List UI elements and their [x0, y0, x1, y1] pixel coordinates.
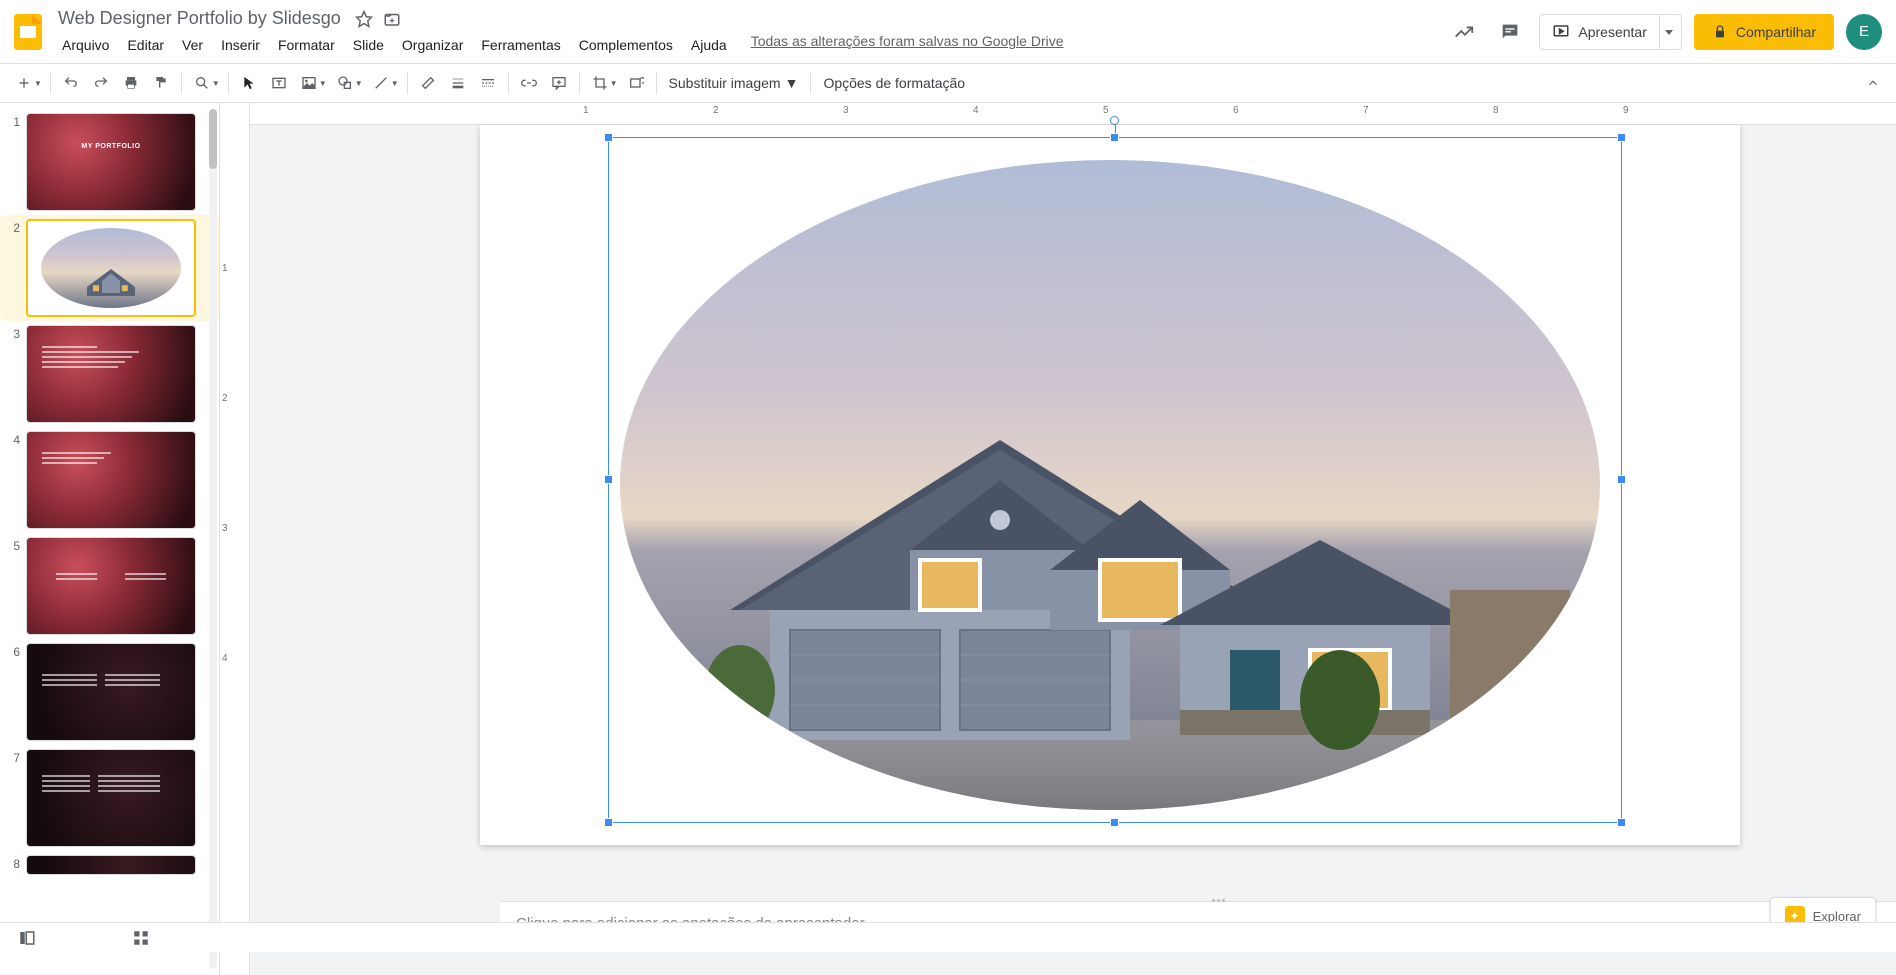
menu-addons[interactable]: Complementos: [571, 33, 681, 57]
image-tool[interactable]: ▼: [295, 70, 329, 96]
present-options-dropdown[interactable]: [1658, 14, 1682, 50]
doc-title[interactable]: Web Designer Portfolio by Slidesgo: [54, 6, 345, 31]
menu-bar: Arquivo Editar Ver Inserir Formatar Slid…: [54, 33, 1447, 57]
menu-edit[interactable]: Editar: [119, 33, 172, 57]
present-button[interactable]: Apresentar: [1539, 14, 1659, 50]
thumbnail-1[interactable]: 1 MY PORTFOLIO: [0, 109, 219, 215]
redo-button[interactable]: [87, 70, 115, 96]
account-avatar[interactable]: E: [1846, 14, 1882, 50]
menu-tools[interactable]: Ferramentas: [473, 33, 568, 57]
move-to-folder-icon[interactable]: [383, 10, 401, 28]
activity-icon[interactable]: [1447, 15, 1481, 49]
vertical-ruler: 1 2 3 4: [220, 103, 250, 975]
format-options-button[interactable]: Opções de formatação: [817, 75, 971, 91]
collapse-toolbar-icon[interactable]: [1860, 71, 1886, 95]
resize-handle-br[interactable]: [1617, 818, 1626, 827]
app-header: Web Designer Portfolio by Slidesgo Arqui…: [0, 0, 1896, 57]
grid-view-icon[interactable]: [124, 925, 158, 951]
new-slide-button[interactable]: ▼: [10, 70, 44, 96]
save-status[interactable]: Todas as alterações foram salvas no Goog…: [751, 33, 1064, 57]
resize-handle-bm[interactable]: [1110, 818, 1119, 827]
comments-icon[interactable]: [1493, 15, 1527, 49]
horizontal-ruler: 1 2 3 4 5 6 7 8 9: [250, 103, 1896, 125]
present-label: Apresentar: [1578, 24, 1646, 40]
replace-image-dropdown[interactable]: Substituir imagem▼: [663, 75, 805, 91]
title-block: Web Designer Portfolio by Slidesgo Arqui…: [54, 6, 1447, 57]
reset-image-tool[interactable]: [622, 70, 650, 96]
share-label: Compartilhar: [1736, 24, 1816, 40]
textbox-tool[interactable]: [265, 70, 293, 96]
thumbnail-6[interactable]: 6: [0, 639, 219, 745]
filmstrip-view-icon[interactable]: [10, 925, 44, 951]
thumbnail-4[interactable]: 4: [0, 427, 219, 533]
thumbnail-3[interactable]: 3: [0, 321, 219, 427]
resize-handle-tm[interactable]: [1110, 133, 1119, 142]
thumbnails-scrollbar[interactable]: [205, 103, 219, 975]
thumbnail-8[interactable]: 8: [0, 851, 219, 879]
thumbnail-7[interactable]: 7: [0, 745, 219, 851]
menu-arrange[interactable]: Organizar: [394, 33, 471, 57]
link-tool[interactable]: [515, 70, 543, 96]
rotate-handle[interactable]: [1110, 116, 1119, 125]
bottom-bar: [0, 922, 1896, 952]
line-tool[interactable]: ▼: [367, 70, 401, 96]
undo-button[interactable]: [57, 70, 85, 96]
menu-file[interactable]: Arquivo: [54, 33, 117, 57]
menu-help[interactable]: Ajuda: [683, 33, 735, 57]
paint-format-button[interactable]: [147, 70, 175, 96]
resize-handle-tr[interactable]: [1617, 133, 1626, 142]
comment-tool[interactable]: [545, 70, 573, 96]
workspace: 1 MY PORTFOLIO 2 3 4 5 6 7: [0, 103, 1896, 975]
thumbnails-panel[interactable]: 1 MY PORTFOLIO 2 3 4 5 6 7: [0, 103, 220, 975]
zoom-button[interactable]: ▼: [188, 70, 222, 96]
notes-resize-handle[interactable]: [1198, 899, 1238, 905]
menu-format[interactable]: Formatar: [270, 33, 343, 57]
selection-box[interactable]: [608, 137, 1622, 823]
shape-tool[interactable]: ▼: [331, 70, 365, 96]
thumbnail-5[interactable]: 5: [0, 533, 219, 639]
border-dash-tool[interactable]: [474, 70, 502, 96]
slides-logo-icon[interactable]: [8, 12, 48, 52]
crop-tool[interactable]: ▼: [586, 70, 620, 96]
print-button[interactable]: [117, 70, 145, 96]
menu-slide[interactable]: Slide: [345, 33, 392, 57]
star-icon[interactable]: [355, 10, 373, 28]
resize-handle-tl[interactable]: [604, 133, 613, 142]
menu-view[interactable]: Ver: [174, 33, 211, 57]
share-button[interactable]: Compartilhar: [1694, 14, 1834, 50]
resize-handle-bl[interactable]: [604, 818, 613, 827]
thumbnail-2[interactable]: 2: [0, 215, 219, 321]
border-color-tool[interactable]: [414, 70, 442, 96]
toolbar: ▼ ▼ ▼ ▼ ▼ ▼ Substituir imagem▼ Opções de…: [0, 63, 1896, 103]
resize-handle-ml[interactable]: [604, 475, 613, 484]
select-tool[interactable]: [235, 70, 263, 96]
canvas-area[interactable]: 1 2 3 4 5 6 7 8 9: [250, 103, 1896, 975]
menu-insert[interactable]: Inserir: [213, 33, 268, 57]
resize-handle-mr[interactable]: [1617, 475, 1626, 484]
border-weight-tool[interactable]: [444, 70, 472, 96]
header-right: Apresentar Compartilhar E: [1447, 14, 1882, 50]
